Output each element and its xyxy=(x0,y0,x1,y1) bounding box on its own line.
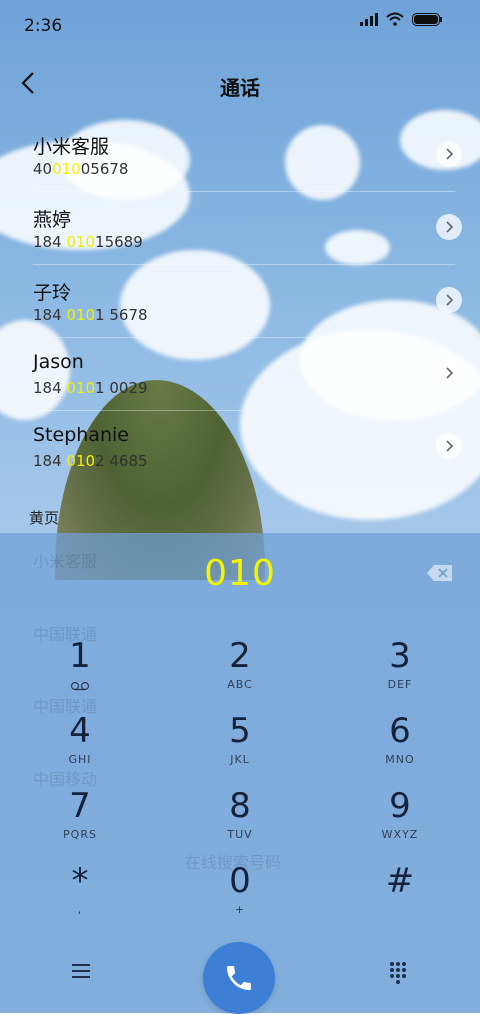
contact-name: Jason xyxy=(33,351,84,373)
chevron-right-icon[interactable] xyxy=(436,214,462,240)
section-label-yellow-pages: 黄页 xyxy=(29,509,60,527)
contact-number: 4001005678 xyxy=(33,160,129,178)
chevron-right-icon[interactable] xyxy=(436,141,462,167)
chevron-right-icon[interactable] xyxy=(436,433,462,459)
key-8[interactable]: 8 TUV xyxy=(160,786,320,861)
contact-name: Stephanie xyxy=(33,424,129,446)
call-button[interactable] xyxy=(203,942,275,1014)
contact-number: 184 0101 0029 xyxy=(33,379,148,397)
contact-row[interactable]: 燕婷 184 01015689 xyxy=(0,193,480,265)
phone-icon xyxy=(227,966,251,990)
contact-row[interactable]: 小米客服 4001005678 xyxy=(0,120,480,192)
voicemail-icon xyxy=(70,681,90,691)
key-7[interactable]: 7 PQRS xyxy=(0,786,160,861)
dialpad: 1 2 ABC 3 DEF 4 GHI 5 JKL 6 MNO 7 PQRS 8 TUV 9W… xyxy=(0,636,480,936)
dialed-number: 010 xyxy=(204,553,276,594)
wifi-icon xyxy=(386,12,404,26)
contact-row[interactable]: Stephanie 184 0102 4685 xyxy=(0,412,480,484)
key-5[interactable]: 5 JKL xyxy=(160,711,320,786)
signal-icon xyxy=(360,12,378,26)
contact-name: 燕婷 xyxy=(33,209,72,231)
contact-row[interactable]: Jason 184 0101 0029 xyxy=(0,339,480,411)
contact-row[interactable]: 子玲 184 0101 5678 xyxy=(0,266,480,338)
status-bar: 2:36 xyxy=(0,0,480,52)
contact-number: 184 01015689 xyxy=(33,233,143,251)
status-time: 2:36 xyxy=(24,16,63,36)
key-0[interactable]: 0 + xyxy=(160,861,320,936)
contact-number: 184 0102 4685 xyxy=(33,452,148,470)
backspace-icon[interactable] xyxy=(426,563,454,583)
chevron-right-icon[interactable] xyxy=(436,360,462,386)
menu-icon[interactable] xyxy=(70,962,92,980)
key-1[interactable]: 1 xyxy=(0,636,160,711)
key-4[interactable]: 4 GHI xyxy=(0,711,160,786)
contact-name: 子玲 xyxy=(33,282,72,304)
page-title: 通话 xyxy=(220,76,260,100)
key-2[interactable]: 2 ABC xyxy=(160,636,320,711)
contact-name: 小米客服 xyxy=(33,136,110,158)
key-star[interactable]: *, xyxy=(0,861,160,936)
key-9[interactable]: 9 WXYZ xyxy=(320,786,480,861)
dialpad-icon[interactable] xyxy=(388,960,408,984)
contact-number: 184 0101 5678 xyxy=(33,306,148,324)
chevron-right-icon[interactable] xyxy=(436,287,462,313)
key-hash[interactable]: # xyxy=(320,861,480,936)
key-6[interactable]: 6 MNO xyxy=(320,711,480,786)
key-3[interactable]: 3 DEF xyxy=(320,636,480,711)
battery-icon xyxy=(412,12,442,26)
bottom-bar xyxy=(0,934,480,1014)
